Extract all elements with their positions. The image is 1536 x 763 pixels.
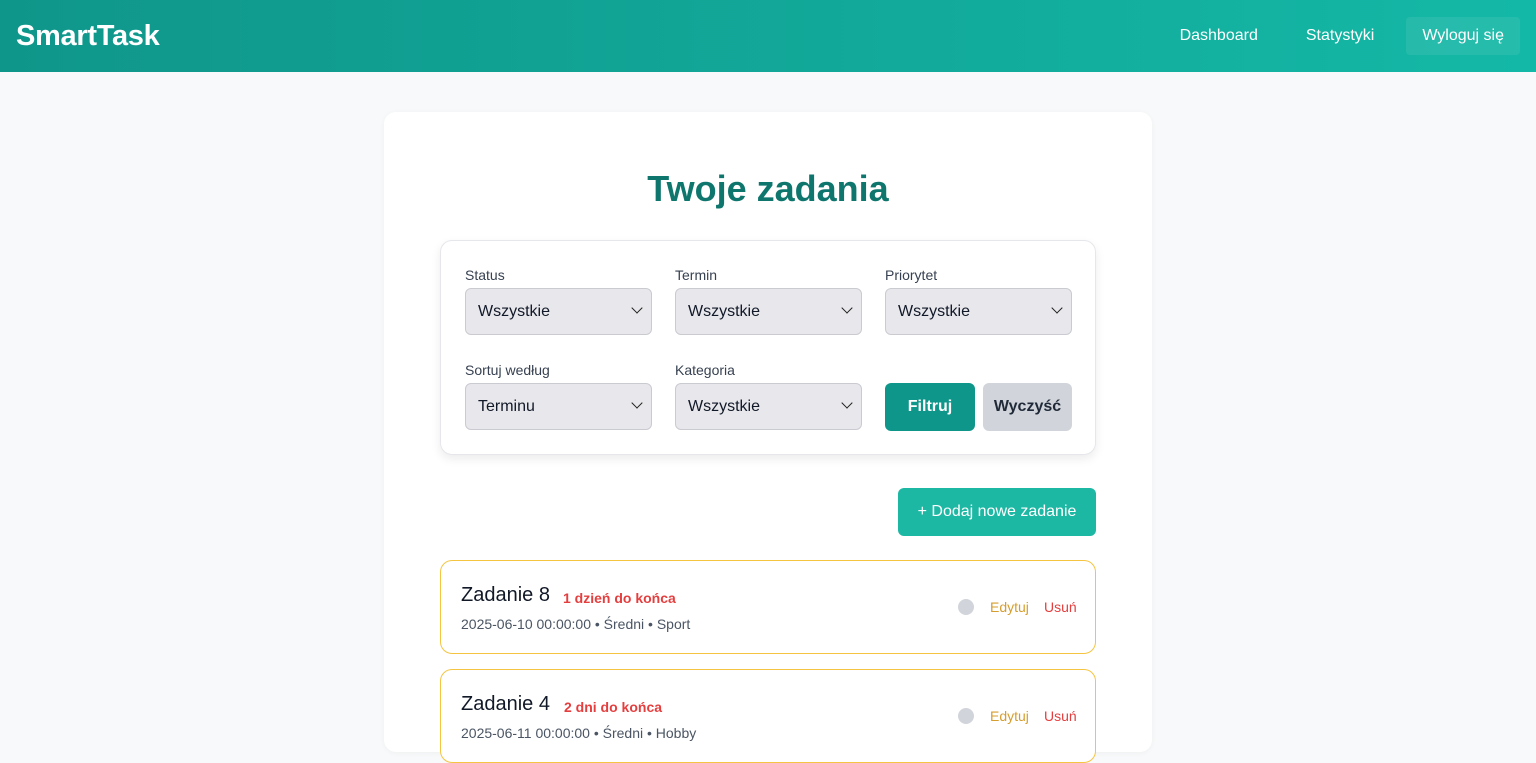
task-status-toggle[interactable]	[958, 708, 974, 724]
chevron-down-icon	[841, 302, 853, 314]
sort-select-value: Terminu	[478, 397, 535, 415]
priority-select[interactable]: Wszystkie	[885, 288, 1072, 335]
task-title: Zadanie 8	[461, 584, 550, 606]
task-item: Zadanie 8 1 dzień do końca 2025-06-10 00…	[440, 560, 1096, 654]
page-title: Twoje zadania	[647, 168, 889, 209]
task-edit-link[interactable]: Edytuj	[990, 708, 1029, 724]
chevron-down-icon	[841, 397, 853, 409]
task-meta: 2025-06-11 00:00:00 • Średni • Hobby	[461, 725, 697, 741]
top-navbar: SmartTask Dashboard Statystyki Wyloguj s…	[0, 0, 1536, 72]
add-task-button[interactable]: + Dodaj nowe zadanie	[898, 488, 1096, 536]
brand-logo[interactable]: SmartTask	[16, 20, 160, 53]
task-title: Zadanie 4	[461, 693, 550, 715]
task-status-toggle[interactable]	[958, 599, 974, 615]
logout-button[interactable]: Wyloguj się	[1406, 17, 1520, 55]
deadline-select-value: Wszystkie	[688, 302, 760, 320]
deadline-filter-label: Termin	[675, 267, 718, 283]
category-filter: Kategoria Wszystkie	[675, 362, 862, 430]
chevron-down-icon	[1051, 302, 1063, 314]
status-select-value: Wszystkie	[478, 302, 550, 320]
chevron-down-icon	[631, 302, 643, 314]
category-filter-label: Kategoria	[675, 362, 735, 378]
filter-button[interactable]: Filtruj	[885, 383, 975, 431]
task-due-badge: 2 dni do końca	[564, 699, 663, 715]
category-select-value: Wszystkie	[688, 397, 760, 415]
deadline-filter: Termin Wszystkie	[675, 267, 862, 335]
priority-filter: Priorytet Wszystkie	[885, 267, 1072, 335]
status-filter-label: Status	[465, 267, 505, 283]
task-meta: 2025-06-10 00:00:00 • Średni • Sport	[461, 616, 691, 632]
nav-links: Dashboard Statystyki Wyloguj się	[1148, 17, 1520, 55]
status-filter: Status Wszystkie	[465, 267, 652, 335]
chevron-down-icon	[631, 397, 643, 409]
task-item: Zadanie 4 2 dni do końca 2025-06-11 00:0…	[440, 669, 1096, 763]
sort-filter: Sortuj według Terminu	[465, 362, 652, 430]
filters-panel: Status Wszystkie Termin Wszystkie Priory…	[440, 240, 1096, 455]
sort-filter-label: Sortuj według	[465, 362, 550, 378]
clear-filters-button[interactable]: Wyczyść	[983, 383, 1072, 431]
sort-select[interactable]: Terminu	[465, 383, 652, 430]
nav-statistics-link[interactable]: Statystyki	[1290, 17, 1390, 55]
task-delete-link[interactable]: Usuń	[1044, 599, 1077, 615]
status-select[interactable]: Wszystkie	[465, 288, 652, 335]
nav-dashboard-link[interactable]: Dashboard	[1164, 17, 1274, 55]
task-due-badge: 1 dzień do końca	[563, 590, 676, 606]
category-select[interactable]: Wszystkie	[675, 383, 862, 430]
priority-select-value: Wszystkie	[898, 302, 970, 320]
deadline-select[interactable]: Wszystkie	[675, 288, 862, 335]
task-delete-link[interactable]: Usuń	[1044, 708, 1077, 724]
priority-filter-label: Priorytet	[885, 267, 938, 283]
task-edit-link[interactable]: Edytuj	[990, 599, 1029, 615]
